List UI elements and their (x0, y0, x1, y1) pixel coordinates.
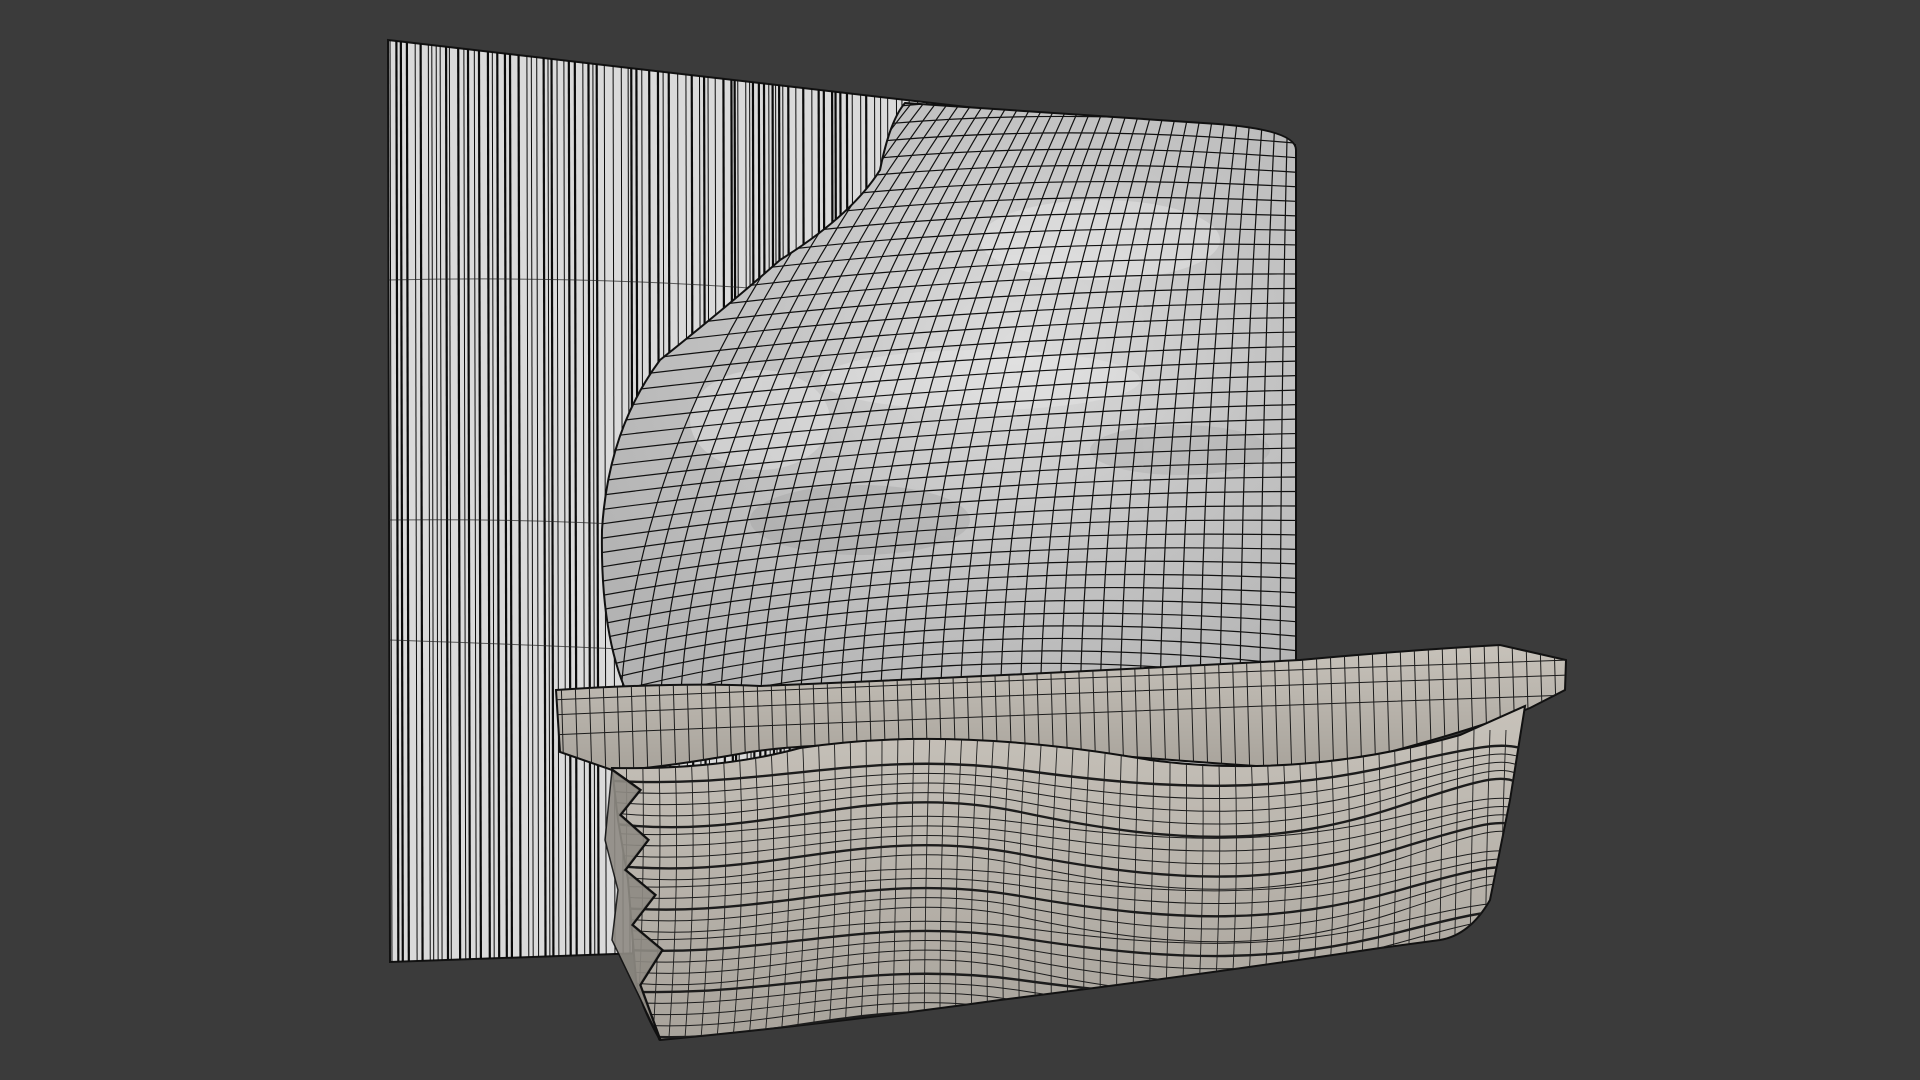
3d-viewport[interactable] (0, 0, 1920, 1080)
scene-render[interactable] (0, 0, 1920, 1080)
wavy-reception-desk[interactable] (550, 640, 1572, 1050)
